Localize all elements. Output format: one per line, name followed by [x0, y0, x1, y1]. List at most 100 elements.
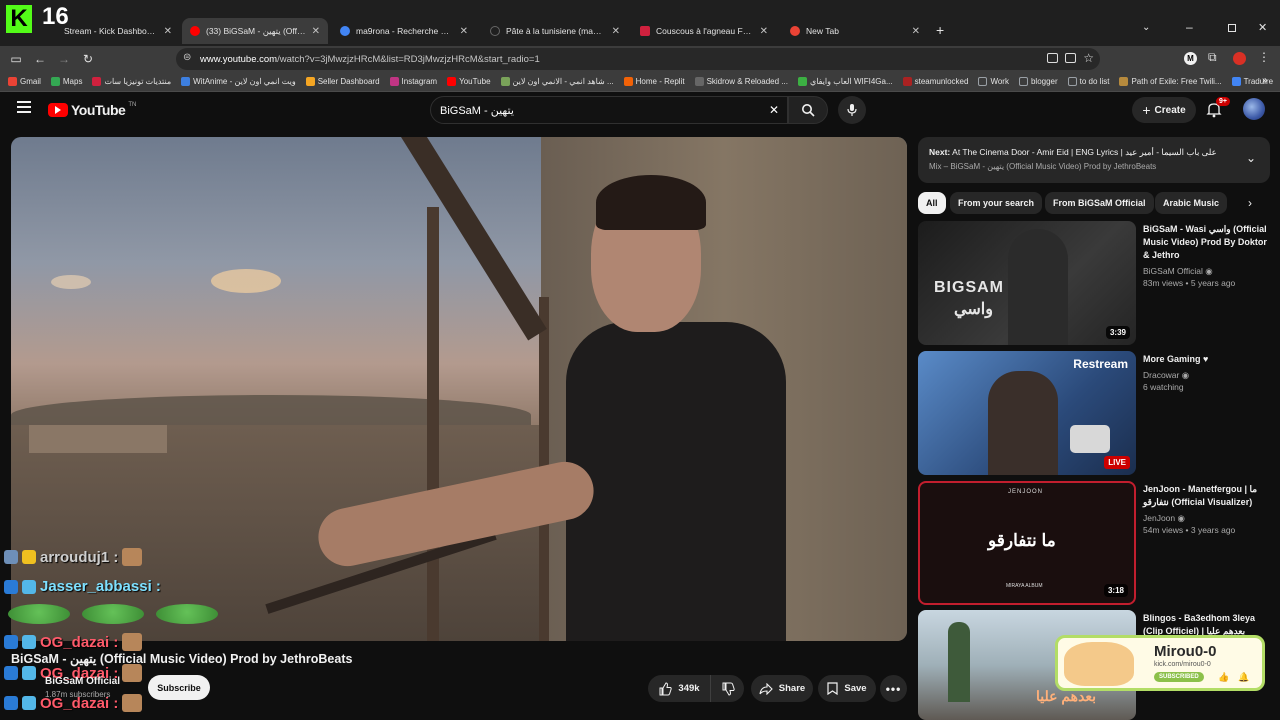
chip-from-your-search[interactable]: From your search	[950, 192, 1043, 214]
tab-search-chevron-icon[interactable]: ⌄	[1142, 22, 1150, 33]
recommended-video[interactable]: JENJOON ما نتفارقو MIRAYA ALBUM 3:18 Jen…	[918, 481, 1270, 605]
bookmark-replit[interactable]: Home - Replit	[623, 77, 685, 86]
video-thumbnail[interactable]: Restream LIVE	[918, 351, 1136, 475]
bookmark-folder-todo[interactable]: to do list	[1067, 77, 1109, 86]
video-player[interactable]	[11, 137, 907, 641]
share-button[interactable]: Share	[751, 675, 813, 702]
tab-couscous[interactable]: Couscous à l'agneau Facile et ra ✕	[632, 18, 776, 44]
tab-title: ma9rona - Recherche Google	[356, 26, 454, 36]
back-arrow-icon[interactable]: ←	[31, 50, 49, 68]
close-icon[interactable]: ✕	[164, 26, 172, 37]
chat-badge-icon	[22, 696, 36, 710]
video-thumbnail[interactable]: JENJOON ما نتفارقو MIRAYA ALBUM 3:18	[918, 481, 1136, 605]
more-actions-button[interactable]: •••	[880, 675, 907, 702]
close-icon[interactable]: ✕	[612, 26, 620, 37]
thumbnail-text: Restream	[1073, 357, 1128, 371]
up-next-card[interactable]: Next: At The Cinema Door - Amir Eid | EN…	[918, 137, 1270, 183]
browser-menu-icon[interactable]: ⋮	[1258, 50, 1270, 64]
save-label: Save	[844, 683, 867, 694]
like-button[interactable]: 349k	[648, 675, 710, 702]
witanime-icon	[181, 77, 191, 86]
expand-chevron-icon[interactable]: ⌄	[1246, 151, 1256, 165]
thumbnail-text: MIRAYA ALBUM	[1006, 583, 1043, 589]
bookmark-folder-work[interactable]: Work	[978, 77, 1009, 86]
thumbnail-text: ما نتفارقو	[988, 531, 1056, 550]
bookmark-wifi4games[interactable]: العاب وايفاي WIFI4Ga...	[797, 77, 893, 86]
recommended-title[interactable]: More Gaming ♥	[1143, 353, 1268, 366]
url-host: www.youtube.com	[200, 53, 278, 65]
bookmark-star-icon[interactable]: ☆	[1083, 51, 1094, 65]
bookmark-tunisia-sat[interactable]: منتديات تونيزيا سات	[92, 77, 171, 86]
cast-icon[interactable]	[1065, 53, 1076, 63]
chip-arabic-music[interactable]: Arabic Music	[1155, 192, 1228, 214]
close-icon[interactable]: ✕	[760, 26, 768, 37]
rebar-pole	[427, 207, 439, 641]
chip-from-bigsam-official[interactable]: From BiGSaM Official	[1045, 192, 1154, 214]
verified-check-icon: ◉	[1205, 266, 1213, 276]
recommended-title[interactable]: JenJoon - Manetfergou | ما نتفارقو (Offi…	[1143, 483, 1268, 509]
tab-kick-dashboard[interactable]: Stream - Kick Dashboard ✕	[56, 18, 180, 44]
distant-building	[29, 425, 167, 453]
youtube-icon	[447, 77, 457, 86]
bookmark-seller-dashboard[interactable]: Seller Dashboard	[305, 77, 380, 86]
forum-icon	[92, 77, 102, 86]
tab-pate-tunisienne[interactable]: Pâte à la tunisiene (makrouna) ✕	[482, 18, 628, 44]
youtube-logo[interactable]: YouTube TN	[48, 102, 136, 118]
create-button[interactable]: + Create	[1132, 97, 1196, 123]
bookmark-instagram[interactable]: Instagram	[389, 77, 437, 86]
close-icon[interactable]: ✕	[460, 26, 468, 37]
minimize-icon[interactable]: –	[1186, 20, 1193, 34]
up-next-title: Next: At The Cinema Door - Amir Eid | EN…	[929, 147, 1229, 158]
bookmark-steamunlocked[interactable]: steamunlocked	[902, 77, 968, 86]
save-button[interactable]: Save	[818, 675, 876, 702]
recommended-title[interactable]: BiGSaM - Wasi واسي (Official Music Video…	[1143, 223, 1268, 262]
search-input[interactable]: BiGSaM - يتهين ✕	[430, 96, 788, 124]
recipe-favicon-icon	[640, 26, 650, 36]
close-icon[interactable]: ✕	[912, 26, 920, 37]
tab-new-tab[interactable]: New Tab ✕	[782, 18, 928, 44]
tab-google-search[interactable]: ma9rona - Recherche Google ✕	[332, 18, 476, 44]
tab-title: Stream - Kick Dashboard	[64, 26, 158, 36]
chips-next-chevron-icon[interactable]: ›	[1248, 196, 1252, 210]
search-button[interactable]	[788, 96, 828, 124]
bookmark-witanime[interactable]: WitAnime - ويت انمي اون لاين	[181, 77, 296, 86]
video-thumbnail[interactable]: BIGSAM واسي 3:39	[918, 221, 1136, 345]
bookmark-folder-blogger[interactable]: blogger	[1018, 77, 1058, 86]
folder-icon	[978, 77, 988, 86]
bookmark-maps[interactable]: Maps	[50, 77, 82, 86]
bookmark-anime-site[interactable]: شاهد انمي - الانمي اون لاين ...	[500, 77, 614, 86]
site-info-icon[interactable]: ⊜	[183, 52, 191, 63]
restore-icon[interactable]	[1228, 24, 1236, 32]
close-icon[interactable]: ✕	[312, 26, 320, 37]
address-bar[interactable]: ⊜ www.youtube.com/watch?v=3jMwzjzHRcM&li…	[176, 48, 1100, 70]
new-tab-plus-icon[interactable]: +	[936, 22, 944, 38]
channel-name[interactable]: BiGSaM Official	[45, 676, 120, 687]
subscribe-button[interactable]: Subscribe	[148, 675, 210, 700]
account-avatar[interactable]	[1243, 98, 1265, 120]
side-panel-icon[interactable]: ▭	[7, 50, 25, 68]
bookmark-youtube[interactable]: YouTube	[447, 77, 491, 86]
hamburger-menu-icon[interactable]	[17, 101, 31, 113]
browser-tab-strip: K 16 Stream - Kick Dashboard ✕ (33) BiGS…	[0, 0, 1280, 46]
bookmark-path-of-exile[interactable]: Path of Exile: Free Twili...	[1119, 77, 1222, 86]
window-close-icon[interactable]: ✕	[1258, 21, 1267, 34]
bookmark-gmail[interactable]: Gmail	[8, 77, 41, 86]
extensions-puzzle-icon[interactable]: ⧉	[1208, 50, 1217, 65]
bookmark-skidrow[interactable]: Skidrow & Reloaded ...	[694, 77, 788, 86]
chip-all[interactable]: All	[918, 192, 946, 214]
voice-search-button[interactable]	[838, 96, 866, 124]
reload-icon[interactable]: ↻	[79, 50, 97, 68]
dislike-button[interactable]	[710, 675, 744, 702]
profile-icon[interactable]	[1233, 52, 1246, 65]
install-app-icon[interactable]	[1047, 53, 1058, 63]
clear-search-icon[interactable]: ✕	[769, 103, 779, 117]
forward-arrow-icon[interactable]: →	[55, 50, 73, 68]
bookmarks-overflow-icon[interactable]: »	[1262, 75, 1268, 86]
url-path: /watch?v=3jMwzjzHRcM&list=RD3jMwzjzHRcM&…	[277, 53, 540, 65]
tab-youtube-bigsam[interactable]: (33) BiGSaM - يتهين (Official Mu ✕	[182, 18, 328, 44]
recommended-video[interactable]: BIGSAM واسي 3:39 BiGSaM - Wasi واسي (Off…	[918, 221, 1270, 345]
live-badge: LIVE	[1104, 456, 1130, 469]
recommended-video[interactable]: Restream LIVE More Gaming ♥ Dracowar ◉ 6…	[918, 351, 1270, 475]
video-meta: BiGSaM - Wasi واسي (Official Music Video…	[1143, 223, 1268, 289]
extension-m-icon[interactable]: M	[1184, 52, 1197, 65]
